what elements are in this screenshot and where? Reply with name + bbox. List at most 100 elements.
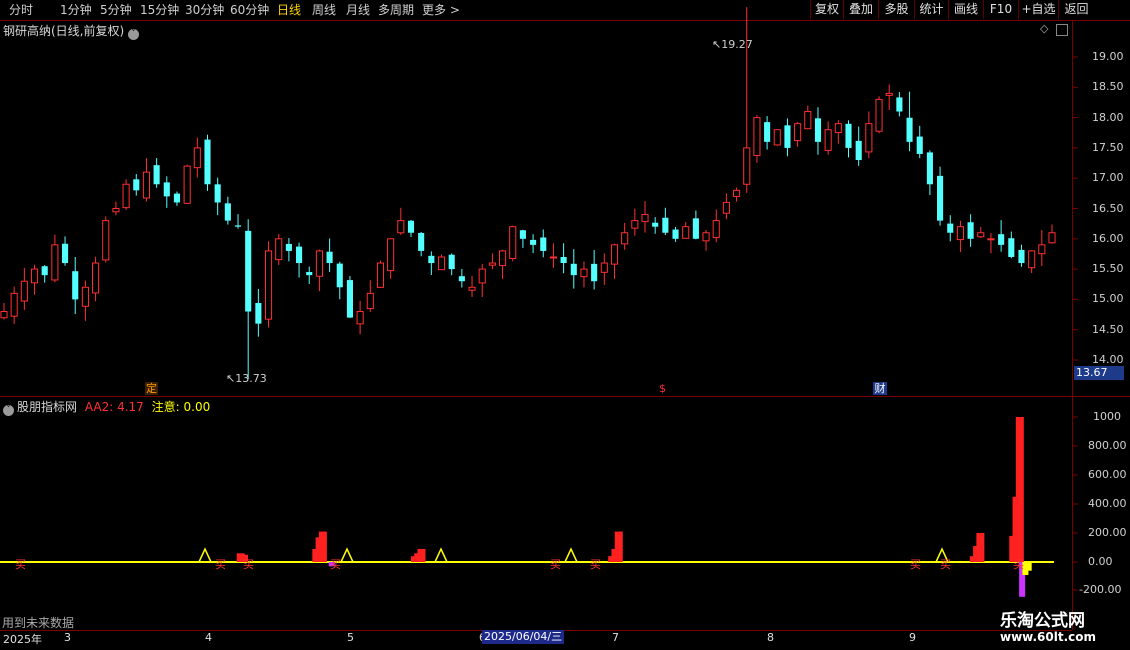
candle-body[interactable]: [1008, 238, 1015, 257]
candle-body[interactable]: [845, 123, 852, 148]
candle-body[interactable]: [387, 238, 395, 272]
candle-body[interactable]: [570, 263, 577, 276]
candle-body[interactable]: [733, 189, 741, 197]
candle-body[interactable]: [631, 220, 639, 229]
event-marker-dollar[interactable]: $: [659, 382, 666, 395]
candle-body[interactable]: [1018, 249, 1025, 264]
candle-body[interactable]: [183, 165, 191, 204]
candle-body[interactable]: [193, 147, 201, 169]
candle-body[interactable]: [51, 244, 59, 281]
event-marker-cai[interactable]: 财: [873, 382, 887, 395]
candle-body[interactable]: [682, 226, 690, 239]
candle-body[interactable]: [947, 223, 954, 233]
candle-body[interactable]: [641, 214, 649, 223]
candle-body[interactable]: [1038, 244, 1046, 255]
candle-body[interactable]: [672, 229, 679, 239]
candle-body[interactable]: [692, 218, 699, 239]
candle-body[interactable]: [549, 256, 557, 259]
candle-body[interactable]: [509, 226, 517, 260]
candle-body[interactable]: [366, 292, 374, 310]
candle-body[interactable]: [224, 203, 231, 221]
candle-body[interactable]: [722, 201, 730, 214]
candle-body[interactable]: [519, 230, 526, 239]
candle-body[interactable]: [142, 171, 150, 199]
candle-body[interactable]: [621, 232, 629, 245]
candle-body[interactable]: [326, 251, 333, 264]
candle-body[interactable]: [937, 175, 944, 221]
candle-body[interactable]: [784, 125, 791, 148]
candle-body[interactable]: [865, 123, 873, 153]
candle-body[interactable]: [214, 184, 221, 203]
candle-body[interactable]: [234, 225, 242, 227]
candle-body[interactable]: [956, 226, 964, 241]
candle-body[interactable]: [560, 257, 567, 264]
candle-body[interactable]: [255, 303, 262, 324]
candle-body[interactable]: [885, 92, 893, 96]
candle-body[interactable]: [336, 263, 343, 288]
candle-body[interactable]: [30, 268, 39, 284]
candle-body[interactable]: [916, 136, 923, 154]
candle-body[interactable]: [753, 117, 761, 156]
candle-body[interactable]: [662, 217, 669, 233]
candle-body[interactable]: [163, 182, 170, 197]
candle-body[interactable]: [896, 97, 903, 112]
candle-body[interactable]: [173, 193, 181, 203]
candle-body[interactable]: [743, 147, 751, 185]
candle-body[interactable]: [824, 129, 832, 151]
candle-body[interactable]: [428, 255, 435, 264]
candle-body[interactable]: [987, 238, 995, 241]
candle-body[interactable]: [794, 123, 802, 142]
candle-body[interactable]: [285, 243, 292, 251]
candle-body[interactable]: [499, 250, 507, 267]
candle-body[interactable]: [264, 250, 273, 320]
candle-body[interactable]: [315, 250, 323, 277]
candle-body[interactable]: [0, 311, 8, 319]
candle-body[interactable]: [804, 111, 812, 130]
candle-body[interactable]: [10, 292, 18, 317]
candle-body[interactable]: [855, 140, 862, 161]
candle-body[interactable]: [72, 271, 79, 300]
candle-body[interactable]: [773, 129, 781, 146]
candle-body[interactable]: [600, 262, 608, 273]
candle-body[interactable]: [1028, 250, 1036, 269]
candle-body[interactable]: [41, 266, 48, 276]
candle-body[interactable]: [153, 165, 160, 185]
candle-body[interactable]: [133, 179, 140, 191]
candle-body[interactable]: [1048, 232, 1056, 244]
event-marker-ding[interactable]: 定: [145, 382, 158, 395]
candle-body[interactable]: [112, 208, 120, 213]
candle-body[interactable]: [92, 262, 100, 294]
candle-body[interactable]: [764, 122, 771, 142]
candle-body[interactable]: [478, 268, 486, 284]
candle-body[interactable]: [530, 239, 537, 245]
candle-body[interactable]: [376, 262, 385, 288]
candle-body[interactable]: [275, 238, 283, 261]
candle-body[interactable]: [204, 139, 211, 185]
candle-body[interactable]: [102, 220, 110, 261]
candle-body[interactable]: [448, 254, 455, 270]
candle-body[interactable]: [580, 268, 588, 278]
candle-body[interactable]: [712, 220, 720, 239]
candle-body[interactable]: [296, 246, 303, 264]
candle-body[interactable]: [875, 98, 883, 132]
chart-canvas[interactable]: 买买买买买买买买买: [0, 0, 1130, 650]
candle-body[interactable]: [81, 286, 89, 307]
candle-body[interactable]: [306, 272, 313, 276]
candle-body[interactable]: [418, 232, 425, 251]
candle-body[interactable]: [122, 183, 130, 209]
candle-body[interactable]: [906, 117, 913, 142]
candle-body[interactable]: [437, 256, 446, 271]
candle-body[interactable]: [488, 262, 496, 266]
candle-body[interactable]: [356, 311, 364, 325]
candle-body[interactable]: [397, 220, 405, 234]
candle-body[interactable]: [814, 118, 822, 142]
candle-body[interactable]: [468, 286, 476, 291]
candle-body[interactable]: [245, 230, 252, 312]
candle-body[interactable]: [458, 276, 465, 282]
candle-body[interactable]: [998, 234, 1005, 245]
candle-body[interactable]: [591, 263, 598, 282]
candle-body[interactable]: [702, 232, 710, 242]
candle-body[interactable]: [977, 232, 985, 238]
candle-body[interactable]: [967, 222, 974, 239]
candle-body[interactable]: [346, 280, 353, 318]
